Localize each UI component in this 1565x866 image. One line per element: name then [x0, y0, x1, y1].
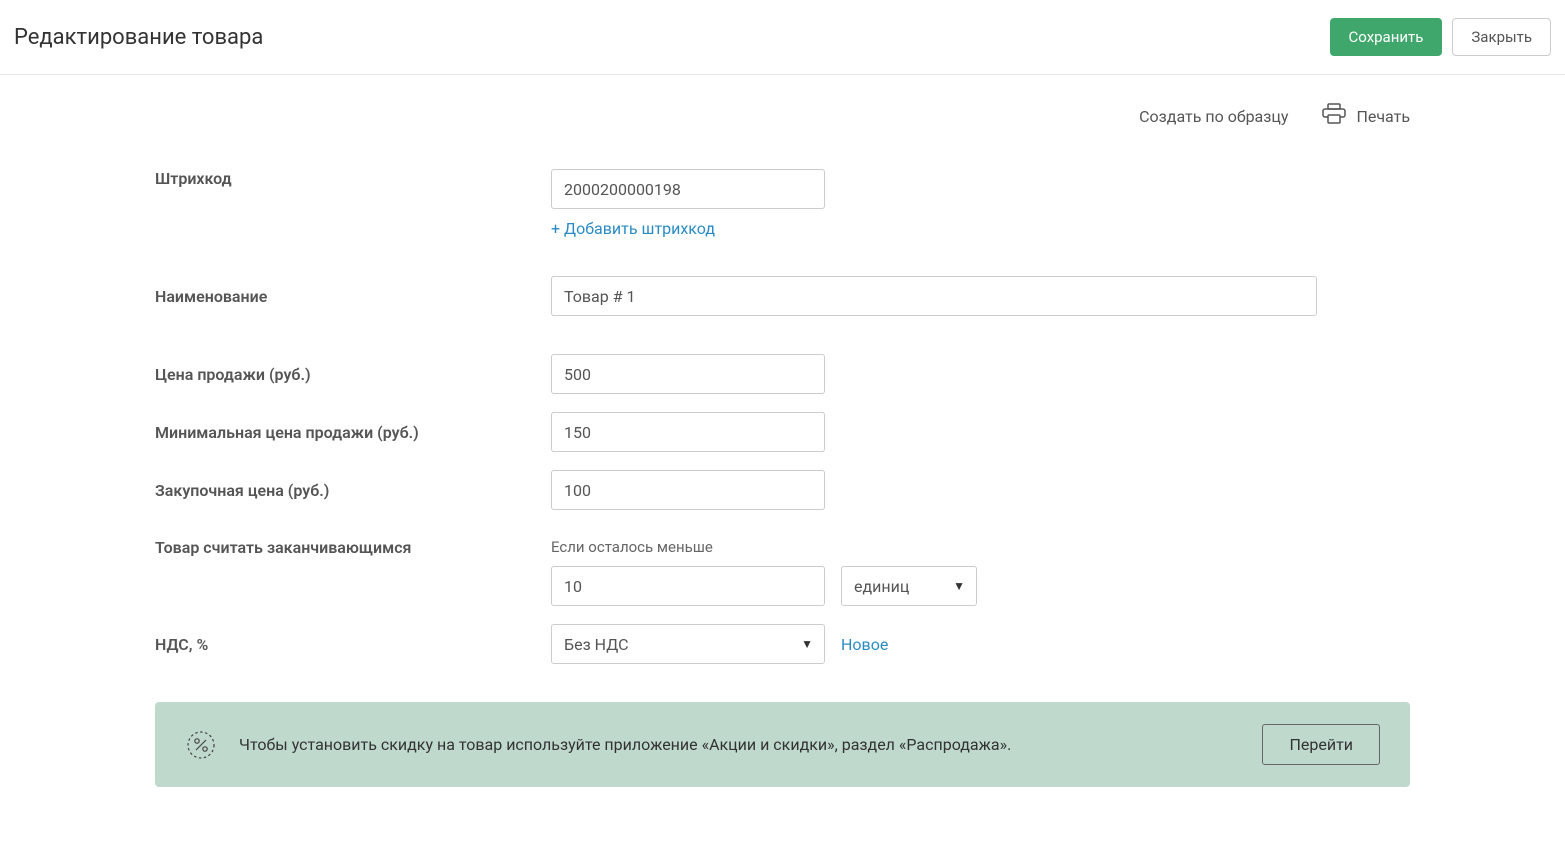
price-label: Цена продажи (руб.) [155, 365, 551, 384]
low-stock-input[interactable] [551, 566, 825, 606]
banner-text: Чтобы установить скидку на товар использ… [239, 733, 1240, 757]
nds-select[interactable]: Без НДС [551, 624, 825, 664]
barcode-row: Штрихкод + Добавить штрихкод [155, 169, 1410, 238]
page-header: Редактирование товара Сохранить Закрыть [0, 0, 1565, 75]
low-stock-label: Товар считать заканчивающимся [155, 538, 551, 557]
print-label: Печать [1356, 107, 1410, 126]
print-button[interactable]: Печать [1322, 103, 1410, 129]
header-actions: Сохранить Закрыть [1330, 18, 1551, 56]
discount-info-banner: Чтобы установить скидку на товар использ… [155, 702, 1410, 787]
purchase-price-row: Закупочная цена (руб.) [155, 470, 1410, 510]
low-stock-caption: Если осталось меньше [551, 538, 1410, 556]
nds-row: НДС, % Без НДС ▼ Новое [155, 624, 1410, 664]
close-button[interactable]: Закрыть [1452, 18, 1551, 56]
barcode-label: Штрихкод [155, 169, 551, 188]
nds-new-link[interactable]: Новое [841, 635, 888, 654]
banner-go-button[interactable]: Перейти [1262, 724, 1380, 765]
page-title: Редактирование товара [14, 25, 263, 50]
price-input[interactable] [551, 354, 825, 394]
add-barcode-link[interactable]: + Добавить штрихкод [551, 219, 715, 238]
name-row: Наименование [155, 276, 1410, 316]
printer-icon [1322, 103, 1346, 129]
purchase-price-input[interactable] [551, 470, 825, 510]
name-input[interactable] [551, 276, 1317, 316]
percent-icon [185, 729, 217, 761]
nds-label: НДС, % [155, 635, 551, 654]
low-stock-row: Товар считать заканчивающимся Если остал… [155, 538, 1410, 606]
toolbar: Создать по образцу Печать [0, 75, 1565, 139]
min-price-input[interactable] [551, 412, 825, 452]
price-row: Цена продажи (руб.) [155, 354, 1410, 394]
low-stock-unit-select[interactable]: единиц [841, 566, 977, 606]
form-area: Штрихкод + Добавить штрихкод Наименовани… [0, 139, 1565, 827]
barcode-input[interactable] [551, 169, 825, 209]
purchase-price-label: Закупочная цена (руб.) [155, 481, 551, 500]
min-price-row: Минимальная цена продажи (руб.) [155, 412, 1410, 452]
name-label: Наименование [155, 287, 551, 306]
min-price-label: Минимальная цена продажи (руб.) [155, 423, 551, 442]
create-from-template-link[interactable]: Создать по образцу [1139, 107, 1288, 126]
save-button[interactable]: Сохранить [1330, 18, 1443, 56]
